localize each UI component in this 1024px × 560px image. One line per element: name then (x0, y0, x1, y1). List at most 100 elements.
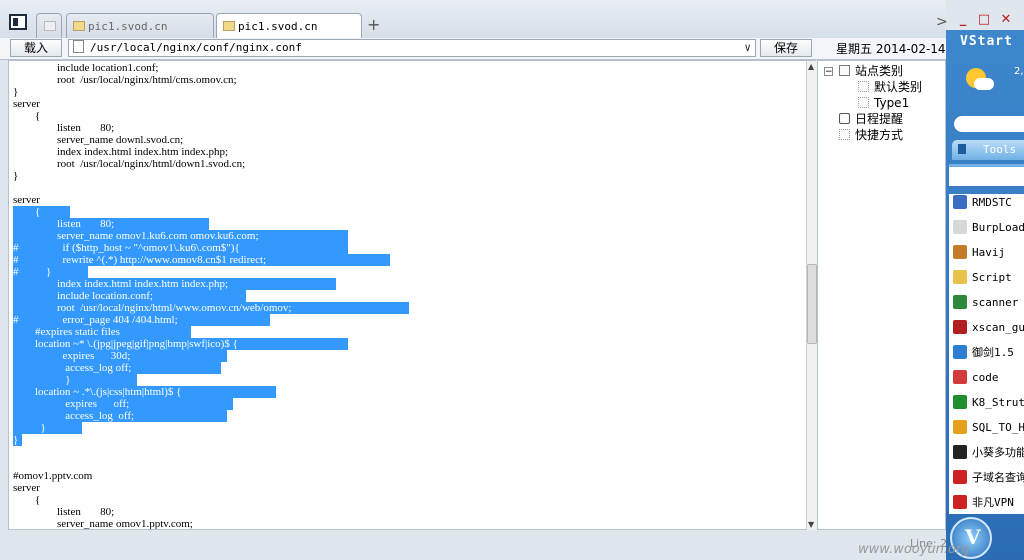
tab-blank[interactable] (36, 13, 62, 38)
code-line[interactable]: server (13, 482, 40, 494)
tab-tools[interactable]: Tools (952, 140, 1024, 160)
code-line[interactable]: expires off; (13, 398, 129, 410)
app-menu-icon[interactable] (9, 14, 27, 30)
minimize-button[interactable]: _ (956, 13, 970, 26)
tool-item[interactable]: 子域名查询 (953, 469, 1024, 487)
vertical-scrollbar[interactable]: ▲ ▼ (806, 61, 817, 530)
load-button[interactable]: 载入 (10, 39, 62, 57)
code-line[interactable]: server (13, 194, 40, 206)
tool-item[interactable]: 御剑1.5 (953, 344, 1014, 362)
tree-item-label: 站点类别 (855, 64, 904, 78)
code-line[interactable]: # if ($http_host ~ "^omov1\.ku6\.com$"){ (13, 242, 240, 254)
tool-item-label: 非凡VPN (972, 496, 1014, 509)
address-input[interactable]: /usr/local/nginx/conf/nginx.conf ∨ (68, 39, 756, 57)
scrollbar-thumb[interactable] (807, 264, 817, 344)
code-line[interactable]: root /usr/local/nginx/html/down1.svod.cn… (13, 158, 245, 170)
code-line[interactable]: { (13, 206, 40, 218)
scroll-up-icon[interactable]: ▲ (808, 62, 814, 71)
code-line[interactable]: server_name omov1.ku6.com omov.ku6.com; (13, 230, 259, 242)
close-button[interactable]: ✕ (999, 13, 1013, 26)
chevron-down-icon[interactable]: ∨ (744, 40, 751, 56)
tool-filter-input[interactable] (949, 164, 1024, 186)
code-line[interactable]: } (13, 374, 70, 386)
code-line[interactable]: index index.html index.htm index.php; (13, 278, 228, 290)
code-editor[interactable]: include location1.conf; root /usr/local/… (8, 60, 816, 530)
code-line[interactable]: listen 80; (13, 122, 114, 134)
address-text: /usr/local/nginx/conf/nginx.conf (90, 41, 302, 54)
vpn-icon (953, 495, 967, 509)
vstart-title: VStart (960, 34, 1013, 49)
code-line[interactable]: # } (13, 266, 51, 278)
vstart-search-input[interactable] (954, 116, 1024, 132)
tree-item[interactable]: 快捷方式 (824, 127, 903, 143)
file-icon (73, 40, 84, 53)
scroll-down-icon[interactable]: ▼ (808, 520, 814, 529)
tools-tab-label: Tools (983, 143, 1017, 156)
code-line[interactable]: { (13, 494, 40, 506)
code-line[interactable]: } (13, 422, 46, 434)
code-line[interactable]: include location1.conf; (13, 62, 158, 74)
code-line[interactable]: } (13, 170, 18, 182)
new-tab-button[interactable]: + (367, 15, 380, 34)
code-line[interactable]: server_name omov1.pptv.com; (13, 518, 193, 529)
code-line[interactable]: listen 80; (13, 506, 114, 518)
code-line[interactable]: #expires static files (13, 326, 120, 338)
tab-label: pic1.svod.cn (238, 20, 318, 33)
tab-pic1-inactive[interactable]: pic1.svod.cn (66, 13, 214, 38)
tool-item[interactable]: 小葵多功能 (953, 444, 1024, 462)
code-line[interactable]: # rewrite ^(.*) http://www.omov8.cn$1 re… (13, 254, 266, 266)
folder-icon (839, 65, 850, 76)
code-line[interactable]: index index.html index.htm index.php; (13, 146, 228, 158)
tree-item[interactable]: 默认类别 (858, 79, 922, 95)
tool-item[interactable]: scanner (953, 294, 1018, 312)
tool-item-label: BurpLoade (972, 221, 1024, 234)
file-icon (953, 220, 967, 234)
code-line[interactable]: } (13, 86, 18, 98)
tool-item[interactable]: xscan_gui (953, 319, 1024, 337)
tool-item[interactable]: K8_Struts (953, 394, 1024, 412)
tool-item[interactable]: Havij (953, 244, 1005, 262)
folder-icon (953, 270, 967, 284)
save-button[interactable]: 保存 (760, 39, 812, 57)
code-line[interactable]: access_log off; (13, 362, 131, 374)
code-line[interactable]: { (13, 110, 40, 122)
tool-item-label: 子域名查询 (972, 471, 1024, 484)
vstart-panel: VStart 2, Tools RMDSTC BurpLoade Havij Scri… (946, 30, 1024, 560)
tree-item-label: 日程提醒 (855, 112, 904, 126)
tool-item[interactable]: BurpLoade (953, 219, 1024, 237)
tool-list: RMDSTC BurpLoade Havij Script scanner xscan_g… (949, 194, 1024, 514)
code-line[interactable]: } (13, 434, 18, 446)
tool-item-label: scanner (972, 296, 1019, 309)
tree-item[interactable]: 日程提醒 (824, 111, 903, 127)
code-line[interactable]: root /usr/local/nginx/html/cms.omov.cn; (13, 74, 237, 86)
code-line[interactable]: location ~ .*\.(js|css|htm|html)$ { (13, 386, 181, 398)
tool-item-label: SQL_TO_HE (972, 421, 1024, 434)
code-line[interactable]: #omov1.pptv.com (13, 470, 92, 482)
tree-item[interactable]: − 站点类别 (824, 63, 903, 79)
tree-item-label: 默认类别 (874, 80, 923, 94)
maximize-button[interactable]: □ (977, 13, 991, 26)
tree-item[interactable]: Type1 (858, 95, 909, 111)
code-line[interactable]: include location.conf; (13, 290, 153, 302)
tab-pic1-active[interactable]: pic1.svod.cn (216, 13, 362, 38)
code-line[interactable]: root /usr/local/nginx/html/www.omov.cn/w… (13, 302, 291, 314)
scanner-icon (953, 295, 967, 309)
tool-item[interactable]: 非凡VPN (953, 494, 1014, 512)
code-line[interactable]: server_name downl.svod.cn; (13, 134, 183, 146)
code-line[interactable]: # error_page 404 /404.html; (13, 314, 178, 326)
code-line[interactable]: server (13, 98, 40, 110)
tool-item-label: 御剑1.5 (972, 346, 1014, 359)
collapse-toggle-icon[interactable]: − (824, 67, 833, 77)
tab-scroll-right-icon[interactable]: > (936, 14, 948, 30)
code-line[interactable]: access_log off; (13, 410, 134, 422)
tool-item[interactable]: SQL_TO_HE (953, 419, 1024, 437)
tool-item[interactable]: Script (953, 269, 1012, 287)
code-line[interactable]: expires 30d; (13, 350, 131, 362)
tool-item[interactable]: code (953, 369, 999, 387)
address-toolbar: 载入 /usr/local/nginx/conf/nginx.conf ∨ 保存… (0, 38, 946, 60)
code-line[interactable]: location ~* \.(jpg|jpeg|gif|png|bmp|swf|… (13, 338, 238, 350)
tool-item-label: K8_Struts (972, 396, 1024, 409)
code-line[interactable]: listen 80; (13, 218, 114, 230)
tool-item[interactable]: RMDSTC (953, 194, 1012, 212)
rdp-icon (953, 195, 967, 209)
